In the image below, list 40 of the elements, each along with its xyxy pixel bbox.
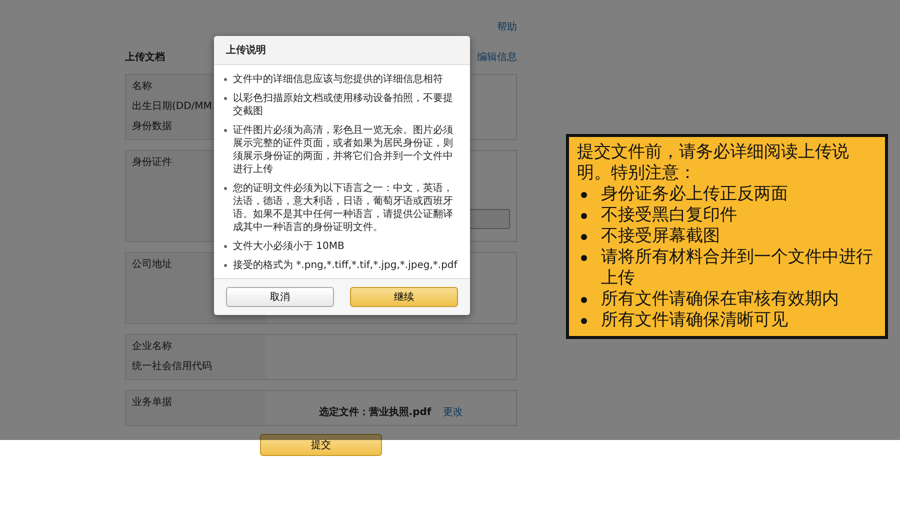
field-label: 企业名称 — [132, 340, 172, 354]
annotation-item: 身份证务必上传正反两面 — [601, 184, 788, 205]
bullet-icon — [224, 245, 227, 248]
section-title: 上传文档 — [125, 50, 165, 64]
instruction-text: 您的证明文件必须为以下语言之一：中文，英语，法语，德语，意大利语，日语，葡萄牙语或西班牙语。如果不是其中任何一种语言，请提供公证翻译成其中一种语言的身份证明文件。 — [233, 182, 454, 234]
bullet-icon — [581, 297, 587, 303]
annotation-item: 请将所有材料合并到一个文件中进行上传 — [601, 247, 874, 289]
selected-file-text: 选定文件：营业执照.pdf — [318, 405, 432, 419]
field-label: 身份数据 — [132, 120, 172, 134]
bullet-icon — [224, 187, 227, 190]
bullet-icon — [224, 129, 227, 132]
instruction-text: 以彩色扫描原始文档或使用移动设备拍照，不要提交截图 — [233, 92, 454, 118]
field-label: 业务单据 — [132, 396, 172, 410]
annotation-item: 所有文件请确保在审核有效期内 — [601, 289, 839, 310]
bullet-icon — [581, 318, 587, 324]
instruction-text: 证件图片必须为高清，彩色且一览无余。图片必须展示完整的证件页面，或者如果为居民身份证，则须展示身份证的两面，并将它们合并到一个文件中进行上传 — [233, 124, 454, 176]
bullet-icon — [581, 255, 587, 261]
instruction-text: 文件大小必须小于 10MB — [233, 240, 344, 253]
bullet-icon — [581, 192, 587, 198]
annotation-item: 不接受屏幕截图 — [601, 226, 720, 247]
instruction-text: 接受的格式为 *.png,*.tiff,*.tif,*.jpg,*.jpeg,*.pdf — [233, 259, 458, 272]
bullet-icon — [581, 234, 587, 240]
field-label: 统一社会信用代码 — [132, 360, 212, 374]
dialog-title: 上传说明 — [226, 45, 266, 56]
field-label: 身份证件 — [132, 156, 172, 170]
annotation-heading: 提交文件前，请务必详细阅读上传说明。特别注意： — [577, 142, 850, 184]
bullet-icon — [224, 97, 227, 100]
bullet-icon — [581, 213, 587, 219]
continue-button[interactable]: 继续 — [350, 287, 458, 307]
bullet-icon — [224, 264, 227, 267]
field-label: 出生日期(DD/MM — [132, 100, 212, 114]
field-label: 公司地址 — [132, 258, 172, 272]
file-button[interactable] — [468, 209, 510, 229]
annotation-item: 不接受黑白复印件 — [601, 205, 737, 226]
instruction-text: 文件中的详细信息应该与您提供的详细信息相符 — [233, 73, 443, 86]
field-label: 名称 — [132, 80, 152, 94]
submit-button[interactable]: 提交 — [260, 434, 382, 456]
cancel-button[interactable]: 取消 — [226, 287, 334, 307]
annotation-item: 所有文件请确保清晰可见 — [601, 310, 788, 331]
bullet-icon — [224, 78, 227, 81]
